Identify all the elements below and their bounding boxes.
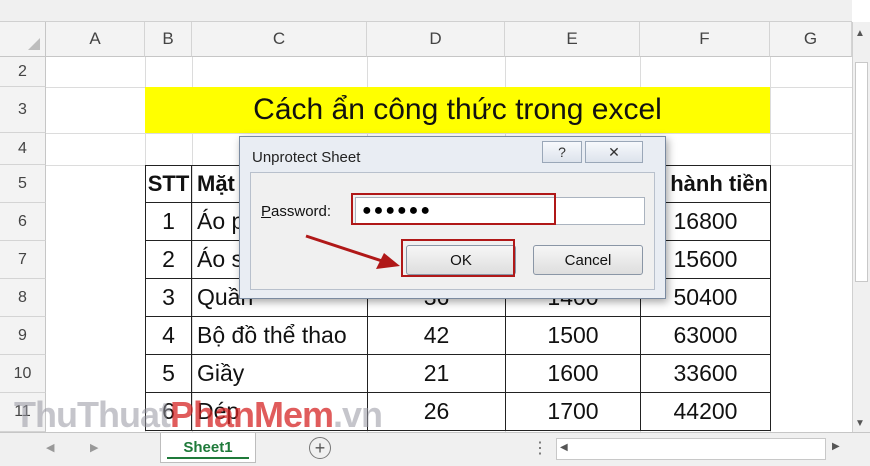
cell-stt[interactable]: 5 [145, 354, 192, 393]
watermark-text: .vn [333, 394, 383, 435]
more-options-icon[interactable]: ⋮ [532, 438, 548, 458]
close-icon: ✕ [608, 143, 620, 160]
dialog-title: Unprotect Sheet [252, 149, 361, 166]
cancel-button[interactable]: Cancel [533, 245, 643, 275]
cell-qty[interactable]: 42 [367, 316, 506, 355]
password-label-mnemonic: P [261, 203, 272, 220]
cell-stt[interactable]: 3 [145, 278, 192, 317]
cell-price[interactable]: 1700 [505, 392, 641, 431]
column-header-f[interactable]: F [640, 22, 770, 57]
watermark-logo: ThuThuatPhanMem.vn [14, 394, 383, 436]
next-sheet-icon[interactable]: ▶ [90, 441, 98, 454]
column-header-c[interactable]: C [192, 22, 367, 57]
help-button[interactable]: ? [542, 141, 582, 163]
cell-stt[interactable]: 4 [145, 316, 192, 355]
row-header-9[interactable]: 9 [0, 317, 46, 355]
row-header-2[interactable]: 2 [0, 57, 46, 87]
row-header-10[interactable]: 10 [0, 355, 46, 393]
password-label-text: assword: [271, 203, 332, 220]
gridline [46, 133, 852, 134]
toolbar-strip [0, 0, 852, 22]
header-stt[interactable]: STT [145, 165, 192, 203]
watermark-text: PhanMem [169, 394, 334, 435]
password-label: Password: [261, 203, 331, 220]
column-header-g[interactable]: G [770, 22, 852, 57]
ok-highlight [401, 239, 515, 277]
close-button[interactable]: ✕ [585, 141, 643, 163]
prev-sheet-icon[interactable]: ◀ [46, 441, 54, 454]
cell-total[interactable]: 44200 [640, 392, 771, 431]
cell-total[interactable]: 33600 [640, 354, 771, 393]
cell-qty[interactable]: 21 [367, 354, 506, 393]
sheet-title-cell[interactable]: Cách ẩn công thức trong excel [145, 87, 770, 133]
cell-name[interactable]: Bộ đồ thể thao [191, 316, 368, 355]
sheet-tab-bar: ◀ ▶ Sheet1 + ⋮ ◀ ▶ [0, 432, 870, 466]
help-icon: ? [558, 144, 566, 160]
corner-triangle-icon [28, 38, 40, 50]
arrow-icon [305, 234, 400, 269]
row-header-3[interactable]: 3 [0, 87, 46, 133]
cell-name[interactable]: Giầy [191, 354, 368, 393]
scroll-left-icon[interactable]: ◀ [560, 442, 568, 453]
vertical-scrollbar[interactable]: ▲ ▼ [852, 22, 870, 432]
row-header-6[interactable]: 6 [0, 203, 46, 241]
add-sheet-button[interactable]: + [309, 437, 331, 459]
cell-qty[interactable]: 26 [367, 392, 506, 431]
scroll-right-icon[interactable]: ▶ [832, 441, 840, 452]
column-header-d[interactable]: D [367, 22, 505, 57]
row-header-4[interactable]: 4 [0, 133, 46, 165]
row-header-7[interactable]: 7 [0, 241, 46, 279]
sheet-tab-sheet1[interactable]: Sheet1 [160, 433, 256, 463]
column-header-e[interactable]: E [505, 22, 640, 57]
row-header-8[interactable]: 8 [0, 279, 46, 317]
cell-price[interactable]: 1500 [505, 316, 641, 355]
select-all-corner[interactable] [0, 22, 46, 57]
watermark-text: ThuThuat [14, 394, 171, 435]
scrollbar-thumb[interactable] [855, 62, 868, 282]
plus-icon: + [314, 437, 326, 458]
column-header-a[interactable]: A [46, 22, 145, 57]
row-header-5[interactable]: 5 [0, 165, 46, 203]
scroll-up-icon[interactable]: ▲ [855, 28, 865, 39]
scroll-down-icon[interactable]: ▼ [855, 418, 865, 429]
horizontal-scrollbar[interactable]: ◀ [556, 438, 826, 460]
cell-stt[interactable]: 1 [145, 202, 192, 241]
cell-total[interactable]: 63000 [640, 316, 771, 355]
cell-price[interactable]: 1600 [505, 354, 641, 393]
cell-stt[interactable]: 2 [145, 240, 192, 279]
column-header-b[interactable]: B [145, 22, 192, 57]
password-highlight [351, 193, 556, 225]
